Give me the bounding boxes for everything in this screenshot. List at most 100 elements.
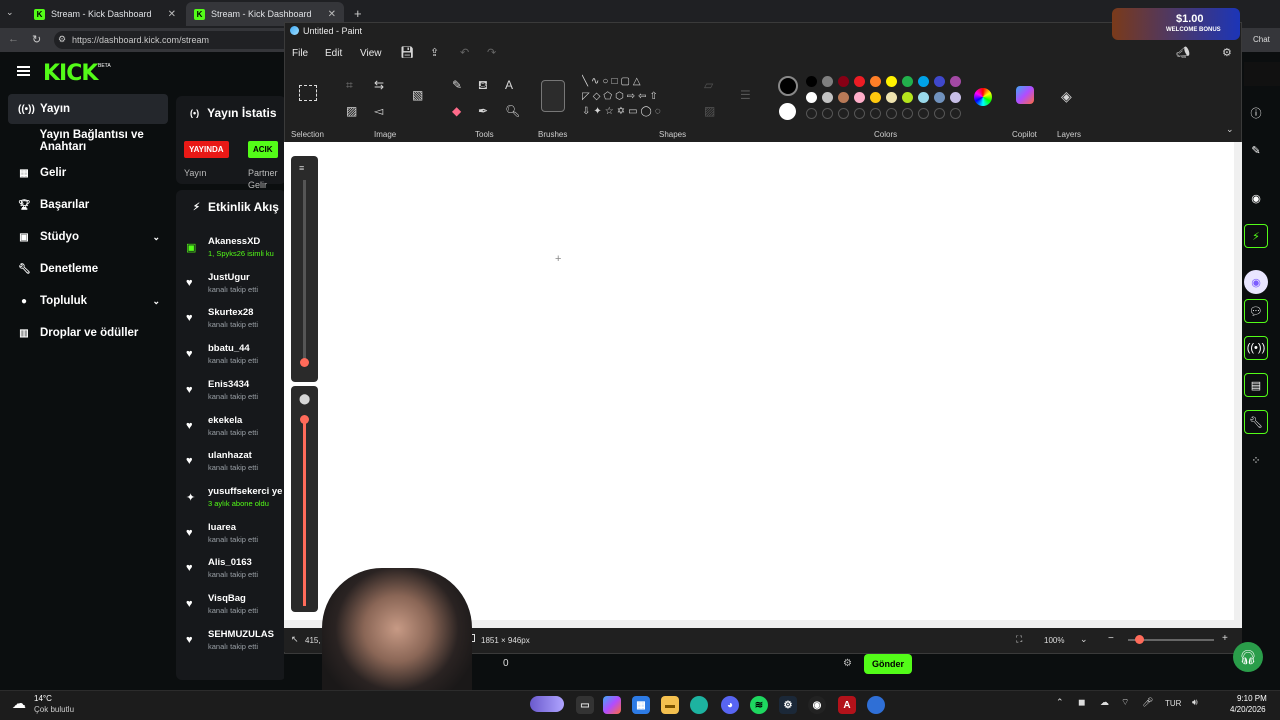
broadcast-icon[interactable]: ((•))	[1244, 336, 1268, 360]
feed-item[interactable]: ♥ Skurtex28 kanalı takip etti	[186, 307, 286, 343]
rotate-icon[interactable]: ◅	[374, 104, 383, 118]
edit-colors-icon[interactable]	[974, 88, 992, 106]
settings-gear-icon[interactable]: ⚙	[1222, 46, 1232, 59]
feed-item[interactable]: ♥ luarea kanalı takip etti	[186, 522, 286, 558]
close-tab-icon[interactable]: ✕	[168, 9, 176, 20]
feed-item-username[interactable]: SEHMUZULAS	[208, 629, 274, 640]
zoom-level[interactable]: 100%	[1044, 636, 1064, 645]
custom-color-slot[interactable]	[822, 108, 833, 119]
color-picker-icon[interactable]: ✒	[478, 104, 488, 118]
color-swatch[interactable]	[870, 76, 881, 87]
ai-assistant-icon[interactable]: ◉	[1244, 270, 1268, 294]
secondary-color-swatch[interactable]	[779, 103, 796, 120]
pencil-icon[interactable]: ✎	[452, 78, 462, 92]
feed-item[interactable]: ♥ SEHMUZULAS kanalı takip etti	[186, 629, 286, 665]
tray-cloud-icon[interactable]: ☁	[1100, 697, 1109, 708]
menu-view[interactable]: View	[360, 48, 382, 59]
feed-item[interactable]: ♥ ulanhazat kanalı takip etti	[186, 450, 286, 486]
custom-color-slot[interactable]	[838, 108, 849, 119]
resize-icon[interactable]: ⇆	[374, 78, 384, 92]
crop-icon[interactable]: ⌗	[346, 78, 353, 93]
vertical-scrollbar[interactable]	[1234, 142, 1242, 620]
shapes-gallery[interactable]: ╲∿○□▢△ ◸◇⬠⬡⇨⇦⇧ ⇩✦☆✡▭◯◌	[582, 74, 692, 122]
steam-icon[interactable]: ⚙	[779, 696, 797, 714]
feed-item[interactable]: ♥ Alis_0163 kanalı takip etti	[186, 557, 286, 593]
color-swatch[interactable]	[854, 76, 865, 87]
color-swatch[interactable]	[950, 92, 961, 103]
feed-item-username[interactable]: JustUgur	[208, 272, 250, 283]
custom-color-slot[interactable]	[918, 108, 929, 119]
feedback-icon[interactable]: 📣︎	[1176, 46, 1190, 59]
custom-color-slot[interactable]	[854, 108, 865, 119]
feed-item-username[interactable]: bbatu_44	[208, 343, 250, 354]
zoom-dropdown-chevron-icon[interactable]: ⌄	[1080, 634, 1088, 645]
selection-tool-icon[interactable]	[299, 85, 317, 101]
magnifier-icon[interactable]: 🔍︎	[505, 104, 520, 118]
color-swatch[interactable]	[934, 92, 945, 103]
color-swatch[interactable]	[822, 76, 833, 87]
chat-bubble-icon[interactable]: 💬︎	[1244, 299, 1268, 323]
fit-to-window-icon[interactable]: ⛶	[1016, 634, 1022, 645]
custom-color-slot[interactable]	[806, 108, 817, 119]
redo-icon[interactable]: ↷	[487, 46, 496, 59]
hamburger-menu-icon[interactable]	[17, 66, 30, 76]
layout-icon[interactable]: ▤	[1244, 373, 1268, 397]
save-icon[interactable]: 💾︎	[400, 46, 414, 59]
sidebar-item-denetleme[interactable]: 🔧︎ Denetleme	[8, 254, 168, 284]
feed-item[interactable]: ♥ Enis3434 kanalı takip etti	[186, 379, 286, 415]
shape-size-icon[interactable]: ☰	[740, 88, 751, 102]
file-explorer-icon[interactable]: ▬	[661, 696, 679, 714]
url-field[interactable]: ⚙ https://dashboard.kick.com/stream	[54, 31, 294, 49]
color-swatch[interactable]	[902, 92, 913, 103]
speaker-icon[interactable]: 🔊︎	[1192, 697, 1198, 708]
lightning-icon[interactable]: ⚡︎	[1244, 224, 1268, 248]
primary-color-swatch[interactable]	[778, 76, 798, 96]
text-tool-icon[interactable]: A	[505, 78, 513, 92]
send-button[interactable]: Gönder	[864, 654, 912, 674]
zoom-slider-thumb[interactable]	[1135, 635, 1144, 644]
wrench-icon[interactable]: 🔧︎	[1244, 410, 1268, 434]
kick-logo[interactable]: KICK	[43, 61, 98, 86]
color-swatch[interactable]	[950, 76, 961, 87]
chat-settings-gear-icon[interactable]: ⚙	[843, 658, 852, 669]
site-info-icon[interactable]: ⚙	[58, 34, 66, 45]
clock-date[interactable]: 4/20/2026	[1230, 705, 1266, 714]
copilot-icon[interactable]	[1016, 86, 1034, 104]
color-swatch[interactable]	[870, 92, 881, 103]
more-tools-icon[interactable]: ⁘	[1244, 448, 1268, 472]
fill-bucket-icon[interactable]: ⛾	[478, 78, 488, 94]
microphone-icon[interactable]: 🎤︎	[1142, 697, 1153, 708]
sidebar-item-studyo[interactable]: ▣ Stüdyo ⌄	[8, 222, 168, 252]
color-swatch[interactable]	[854, 92, 865, 103]
feed-item-username[interactable]: VisqBag	[208, 593, 246, 604]
color-swatch[interactable]	[902, 76, 913, 87]
feed-item-username[interactable]: Enis3434	[208, 379, 249, 390]
color-swatch[interactable]	[806, 92, 817, 103]
reload-icon[interactable]: ↻	[32, 33, 41, 46]
color-swatch[interactable]	[886, 92, 897, 103]
feed-item-username[interactable]: Alis_0163	[208, 557, 252, 568]
copilot-taskbar-icon[interactable]	[603, 696, 621, 714]
feed-item[interactable]: ♥ JustUgur kanalı takip etti	[186, 272, 286, 308]
browser-tab[interactable]: K Stream - Kick Dashboard ✕	[26, 2, 184, 26]
color-swatch[interactable]	[822, 92, 833, 103]
store-icon[interactable]: ▦	[632, 696, 650, 714]
obs-icon[interactable]: ◉	[808, 696, 826, 714]
color-swatch[interactable]	[838, 76, 849, 87]
paint-canvas[interactable]	[284, 142, 1234, 620]
show-hidden-icons-chevron-icon[interactable]: ⌃	[1056, 697, 1064, 708]
custom-color-slot[interactable]	[950, 108, 961, 119]
back-arrow-icon[interactable]: ←	[8, 33, 19, 45]
eraser-icon[interactable]: ◆	[452, 104, 461, 118]
sidebar-item-stream-key[interactable]: Yayın Bağlantısı ve Anahtarı	[8, 126, 188, 156]
custom-color-slot[interactable]	[902, 108, 913, 119]
color-swatch[interactable]	[838, 92, 849, 103]
share-icon[interactable]: ⇪	[430, 46, 439, 59]
sidebar-item-gelir[interactable]: ▦ Gelir	[8, 158, 168, 188]
feed-item[interactable]: ▣ AkanessXD 1, Spyks26 isimli ku	[186, 236, 286, 272]
chevron-down-icon[interactable]: ⌄	[152, 296, 160, 307]
edit-pencil-icon[interactable]: ✎	[1244, 138, 1268, 162]
feed-item-username[interactable]: ulanhazat	[208, 450, 252, 461]
chat-tab-label[interactable]: Chat	[1253, 35, 1270, 44]
language-indicator[interactable]: TUR	[1165, 699, 1181, 708]
